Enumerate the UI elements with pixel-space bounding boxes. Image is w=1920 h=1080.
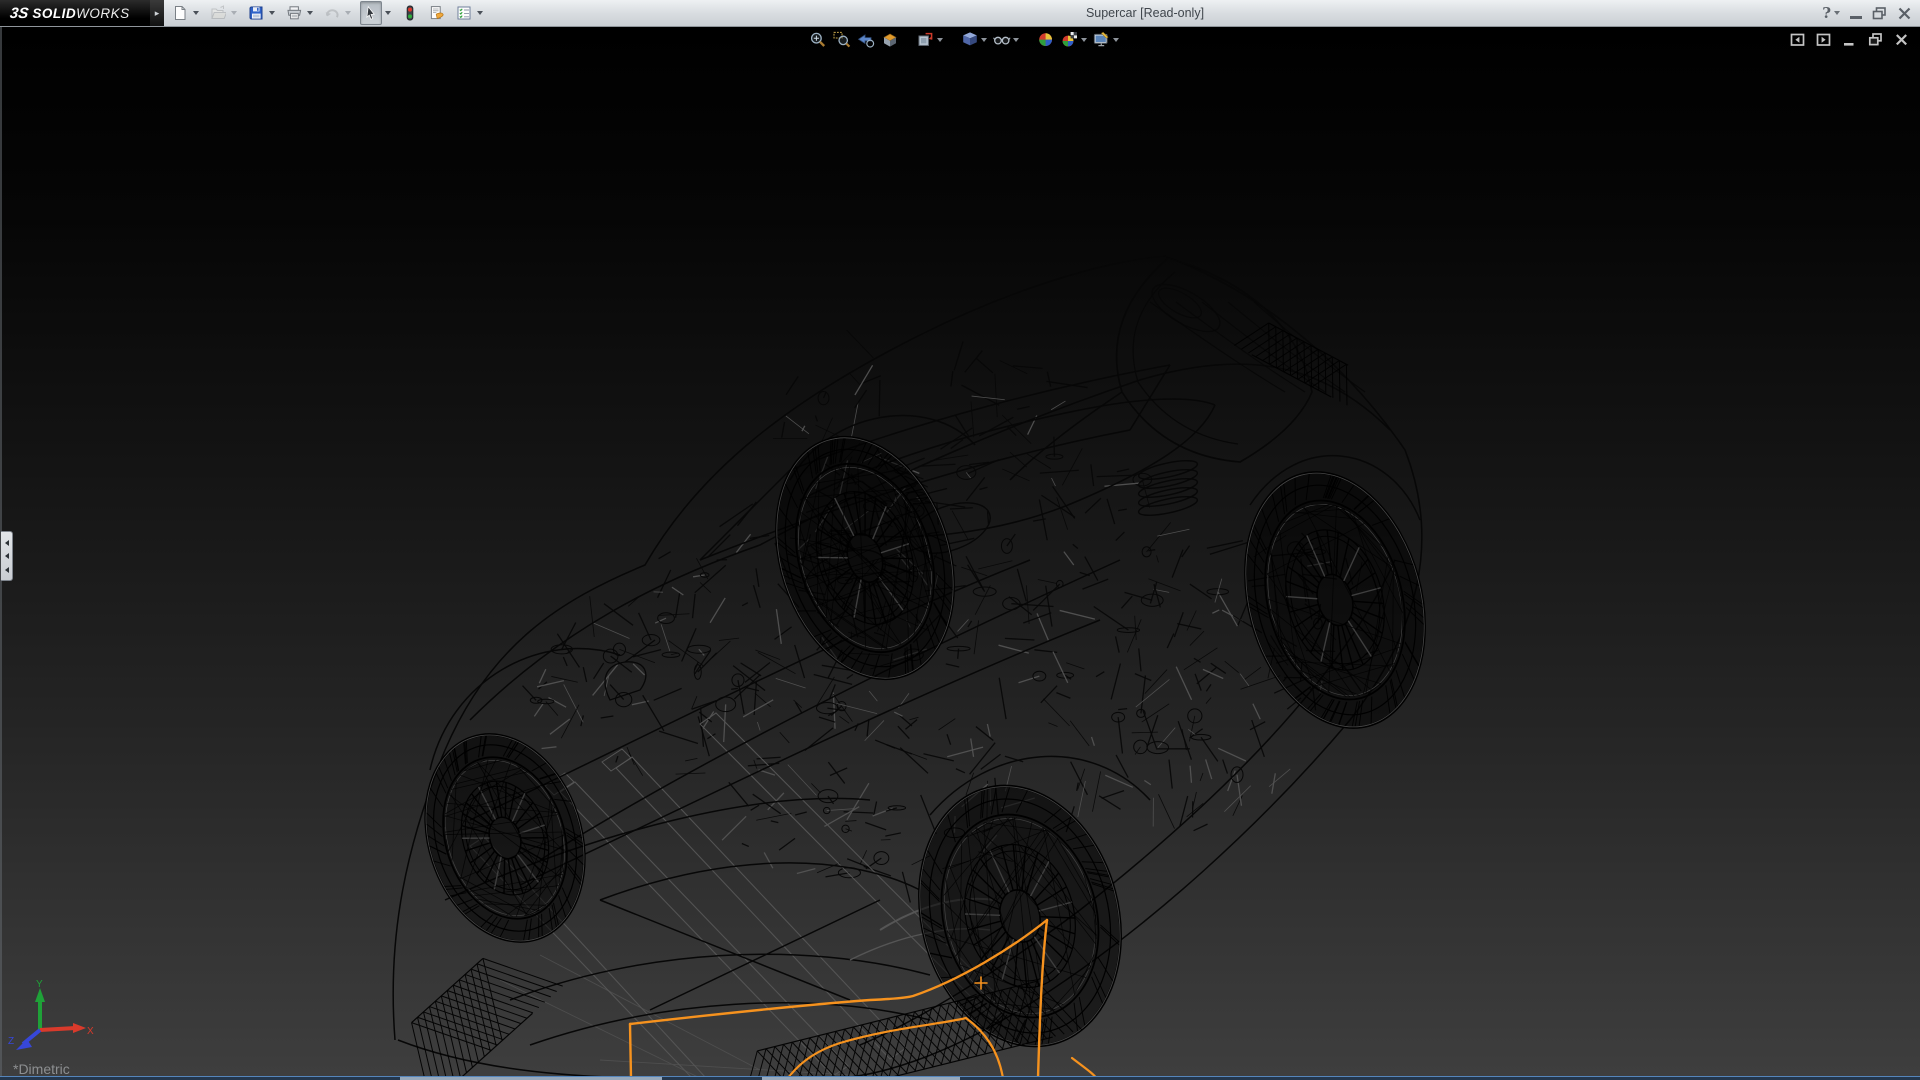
print-button[interactable] xyxy=(284,2,304,24)
collapse-arrow-icon xyxy=(5,540,9,546)
select-arrow-button[interactable] xyxy=(360,1,382,25)
titlebar: 3S SOLIDWORKS ▸ Supercar [Read-only] ? xyxy=(0,0,1920,27)
featuremanager-splitter-tab[interactable] xyxy=(1,531,13,581)
print-dropdown-caret[interactable] xyxy=(304,2,315,24)
doc-minimize-icon xyxy=(1842,32,1857,47)
view-settings-dropdown-caret[interactable] xyxy=(1113,38,1119,42)
file-properties-icon xyxy=(429,5,445,21)
z-axis-label: Z xyxy=(8,1036,14,1047)
minimize-icon xyxy=(1850,16,1862,19)
help-dropdown-caret xyxy=(1834,11,1840,15)
restore-icon xyxy=(1872,6,1887,21)
solidworks-logo: 3S SOLIDWORKS xyxy=(0,0,150,26)
view-orientation-button[interactable] xyxy=(916,29,944,51)
collapse-arrow-icon xyxy=(5,553,9,559)
section-view-icon xyxy=(881,31,899,49)
menu-expander-button[interactable]: ▸ xyxy=(150,0,164,26)
select-arrow-dropdown-caret[interactable] xyxy=(382,2,393,24)
previous-view-icon xyxy=(857,31,875,49)
view-settings-button[interactable] xyxy=(1092,29,1120,51)
pane-next-icon xyxy=(1816,32,1831,47)
window-title: Supercar [Read-only] xyxy=(1086,6,1204,20)
hide-show-items-dropdown-caret[interactable] xyxy=(1013,38,1019,42)
hide-show-items-button[interactable] xyxy=(992,29,1020,51)
zoom-to-area-button[interactable] xyxy=(832,29,852,51)
display-style-icon xyxy=(961,31,979,49)
open-document-icon xyxy=(210,5,226,21)
rebuild-icon xyxy=(402,5,418,21)
zoom-to-fit-icon xyxy=(809,31,827,49)
open-document-dropdown-caret[interactable] xyxy=(228,2,239,24)
window-controls: ? xyxy=(1822,3,1912,23)
main-toolbar xyxy=(170,0,492,26)
new-document-button[interactable] xyxy=(170,2,190,24)
options-dropdown-caret[interactable] xyxy=(474,2,485,24)
undo-button[interactable] xyxy=(322,2,342,24)
menu-expander-icon: ▸ xyxy=(155,8,160,19)
options-button[interactable] xyxy=(454,2,474,24)
taskbar-top-edge xyxy=(0,1076,1920,1077)
help-icon: ? xyxy=(1822,4,1831,22)
doc-minimize-button[interactable] xyxy=(1841,31,1858,48)
rebuild-button[interactable] xyxy=(400,2,420,24)
new-document-icon xyxy=(172,5,188,21)
doc-close-icon xyxy=(1894,32,1909,47)
brand-light: WORKS xyxy=(76,6,130,21)
display-style-button[interactable] xyxy=(960,29,988,51)
view-orientation-label: *Dimetric xyxy=(13,1061,70,1077)
hide-show-items-icon xyxy=(993,31,1011,49)
taskbar-sliver xyxy=(0,1076,1920,1080)
zoom-to-area-icon xyxy=(833,31,851,49)
y-axis-label: Y xyxy=(36,979,43,990)
x-axis-arrow xyxy=(73,1023,86,1033)
orientation-triad: Y X Z xyxy=(6,978,96,1058)
view-orientation-icon xyxy=(917,31,935,49)
view-orientation-dropdown-caret[interactable] xyxy=(937,38,943,42)
zoom-to-fit-button[interactable] xyxy=(808,29,828,51)
save-button[interactable] xyxy=(246,2,266,24)
section-view-button[interactable] xyxy=(880,29,900,51)
print-icon xyxy=(286,5,302,21)
x-axis-label: X xyxy=(87,1026,94,1037)
pane-previous-icon xyxy=(1790,32,1805,47)
document-window-controls xyxy=(1789,31,1910,48)
previous-view-button[interactable] xyxy=(856,29,876,51)
undo-icon xyxy=(324,5,340,21)
file-properties-button[interactable] xyxy=(427,2,447,24)
window-close-button[interactable] xyxy=(1897,6,1912,21)
window-restore-button[interactable] xyxy=(1872,6,1887,21)
brand-text: SOLIDWORKS xyxy=(32,6,129,21)
pane-next-button[interactable] xyxy=(1815,31,1832,48)
brand-bold: SOLID xyxy=(32,6,76,21)
help-button[interactable]: ? xyxy=(1822,4,1840,22)
apply-scene-icon xyxy=(1061,31,1079,49)
car-wireframe-model[interactable] xyxy=(0,27,1920,1076)
undo-dropdown-caret[interactable] xyxy=(342,2,353,24)
edit-appearance-button[interactable] xyxy=(1036,29,1056,51)
new-document-dropdown-caret[interactable] xyxy=(190,2,201,24)
open-document-button[interactable] xyxy=(208,2,228,24)
doc-close-button[interactable] xyxy=(1893,31,1910,48)
save-icon xyxy=(248,5,264,21)
view-settings-icon xyxy=(1093,31,1111,49)
doc-restore-icon xyxy=(1868,32,1883,47)
window-minimize-button[interactable] xyxy=(1850,7,1862,19)
save-dropdown-caret[interactable] xyxy=(266,2,277,24)
headsup-view-toolbar xyxy=(808,29,1120,51)
apply-scene-button[interactable] xyxy=(1060,29,1088,51)
close-icon xyxy=(1897,6,1912,21)
edit-appearance-icon xyxy=(1037,31,1055,49)
display-style-dropdown-caret[interactable] xyxy=(981,38,987,42)
select-arrow-icon xyxy=(363,5,379,21)
brand-mark: 3S xyxy=(9,5,30,22)
collapse-arrow-icon xyxy=(5,567,9,573)
y-axis-arrow xyxy=(35,988,45,1002)
options-icon xyxy=(456,5,472,21)
doc-restore-button[interactable] xyxy=(1867,31,1884,48)
apply-scene-dropdown-caret[interactable] xyxy=(1081,38,1087,42)
pane-previous-button[interactable] xyxy=(1789,31,1806,48)
solidworks-window: 3S SOLIDWORKS ▸ Supercar [Read-only] ? xyxy=(0,0,1920,1080)
